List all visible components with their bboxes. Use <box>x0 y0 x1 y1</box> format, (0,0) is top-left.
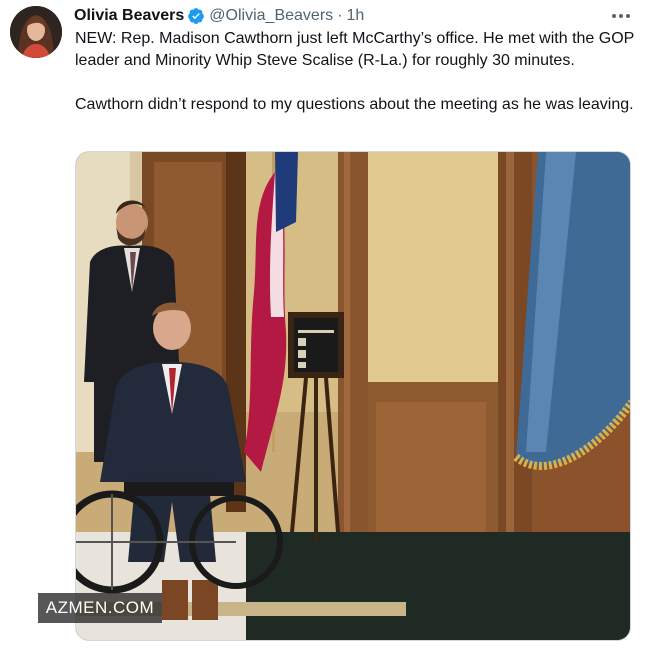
watermark: AZMEN.COM <box>38 593 162 623</box>
tweet[interactable]: Olivia Beavers @Olivia_Beavers · 1h NEW:… <box>0 0 648 654</box>
timestamp[interactable]: 1h <box>346 7 364 25</box>
photo-scene <box>76 152 630 640</box>
separator-dot: · <box>337 7 343 24</box>
author-handle[interactable]: @Olivia_Beavers <box>209 7 333 25</box>
author-avatar[interactable] <box>10 6 62 58</box>
tweet-header: Olivia Beavers @Olivia_Beavers · 1h <box>74 5 364 27</box>
more-options-icon[interactable] <box>608 6 634 26</box>
tweet-paragraph-2: Cawthorn didn’t respond to my questions … <box>75 96 634 113</box>
author-name[interactable]: Olivia Beavers <box>74 7 184 25</box>
tweet-photo[interactable] <box>75 151 631 641</box>
verified-badge-icon <box>187 7 205 25</box>
tweet-paragraph-1: NEW: Rep. Madison Cawthorn just left McC… <box>75 30 635 69</box>
tweet-text: NEW: Rep. Madison Cawthorn just left McC… <box>75 28 635 116</box>
